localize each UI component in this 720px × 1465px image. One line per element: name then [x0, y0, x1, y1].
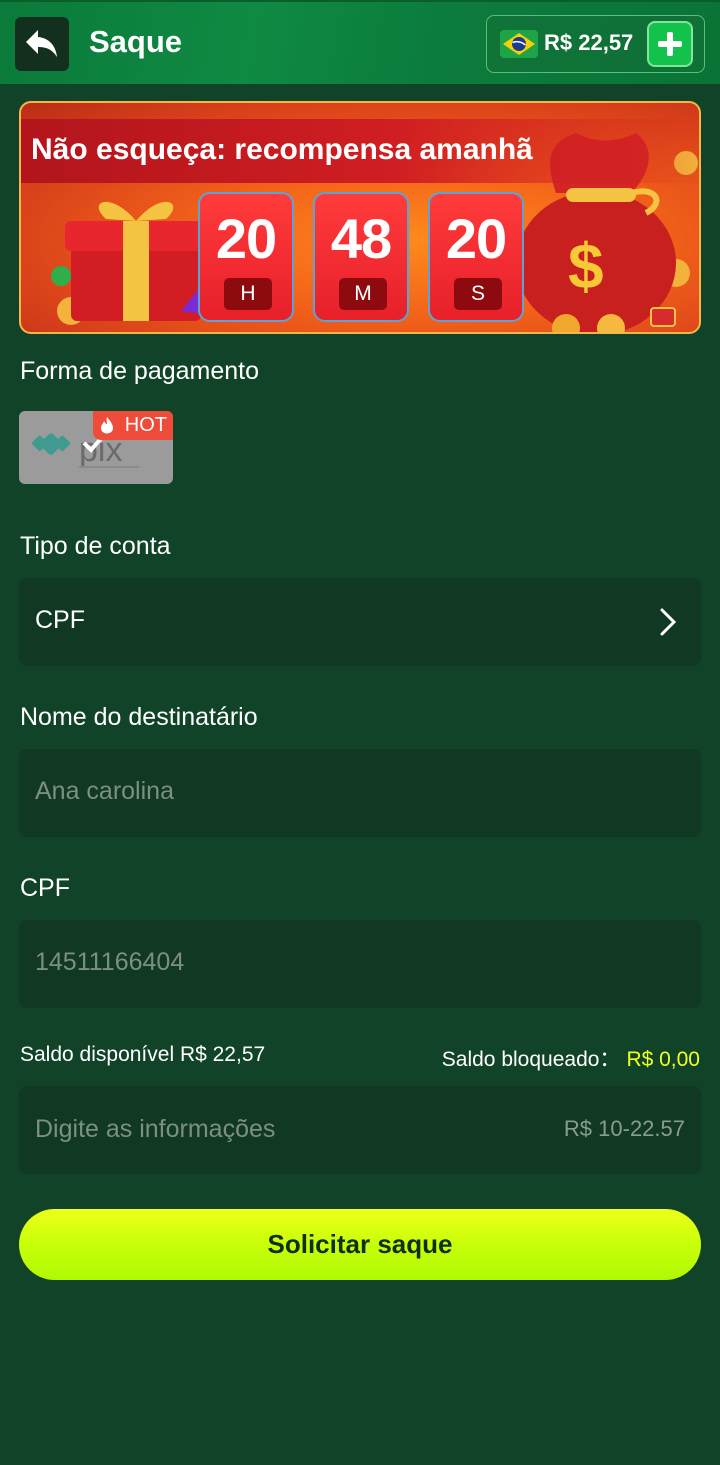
hot-badge-label: HOT: [124, 414, 167, 436]
account-type-select[interactable]: CPF: [19, 578, 701, 666]
recipient-name-label: Nome do destinatário: [20, 703, 258, 731]
back-button[interactable]: [15, 17, 69, 71]
timer-hours: 20 H: [198, 192, 294, 322]
hot-badge: HOT: [93, 411, 173, 440]
gift-box-icon: [51, 201, 217, 325]
balance-amount: R$ 22,57: [544, 30, 634, 55]
plus-icon: [658, 32, 682, 56]
cpf-placeholder: 14511166404: [35, 948, 185, 976]
recipient-name-placeholder: Ana carolina: [35, 777, 174, 805]
timer-minutes: 48 M: [313, 192, 409, 322]
reward-banner[interactable]: $ Não esqueça: recompensa amanhã 20 H 48…: [19, 101, 701, 334]
page-title: Saque: [89, 24, 183, 59]
locked-balance: Saldo bloqueado： R$ 0,00: [442, 1043, 700, 1073]
submit-withdrawal-button[interactable]: Solicitar saque: [19, 1209, 701, 1280]
deposit-button[interactable]: [647, 21, 693, 67]
account-type-value: CPF: [35, 606, 85, 634]
timer-hours-unit: H: [224, 278, 272, 310]
cpf-label: CPF: [20, 874, 70, 902]
svg-text:$: $: [568, 230, 604, 302]
locked-balance-value: R$ 0,00: [626, 1048, 700, 1071]
banner-title: Não esqueça: recompensa amanhã: [31, 133, 533, 166]
timer-minutes-value: 48: [330, 207, 392, 270]
available-balance: Saldo disponível R$ 22,57: [20, 1043, 266, 1066]
brazil-flag-icon: [500, 30, 538, 58]
timer-minutes-unit: M: [339, 278, 387, 310]
timer-hours-value: 20: [215, 207, 277, 270]
amount-input[interactable]: Digite as informações R$ 10-22.57: [19, 1086, 701, 1174]
timer-seconds: 20 S: [428, 192, 524, 322]
payment-method-label: Forma de pagamento: [20, 357, 260, 385]
back-arrow-icon: [26, 30, 57, 57]
chevron-right-icon: [660, 608, 677, 636]
top-bar: Saque R$ 22,57: [0, 0, 720, 84]
locked-balance-label: Saldo bloqueado：: [441, 1048, 621, 1071]
amount-placeholder: Digite as informações: [35, 1115, 276, 1143]
recipient-name-input[interactable]: Ana carolina: [19, 749, 701, 837]
cpf-input[interactable]: 14511166404: [19, 920, 701, 1008]
account-type-label: Tipo de conta: [20, 532, 171, 560]
timer-seconds-unit: S: [454, 278, 502, 310]
amount-range: R$ 10-22.57: [563, 1116, 685, 1141]
flame-icon: [101, 417, 113, 434]
pix-payment-option[interactable]: pix HOT: [19, 411, 173, 484]
balance-widget[interactable]: R$ 22,57: [486, 15, 705, 73]
timer-seconds-value: 20: [445, 207, 507, 270]
